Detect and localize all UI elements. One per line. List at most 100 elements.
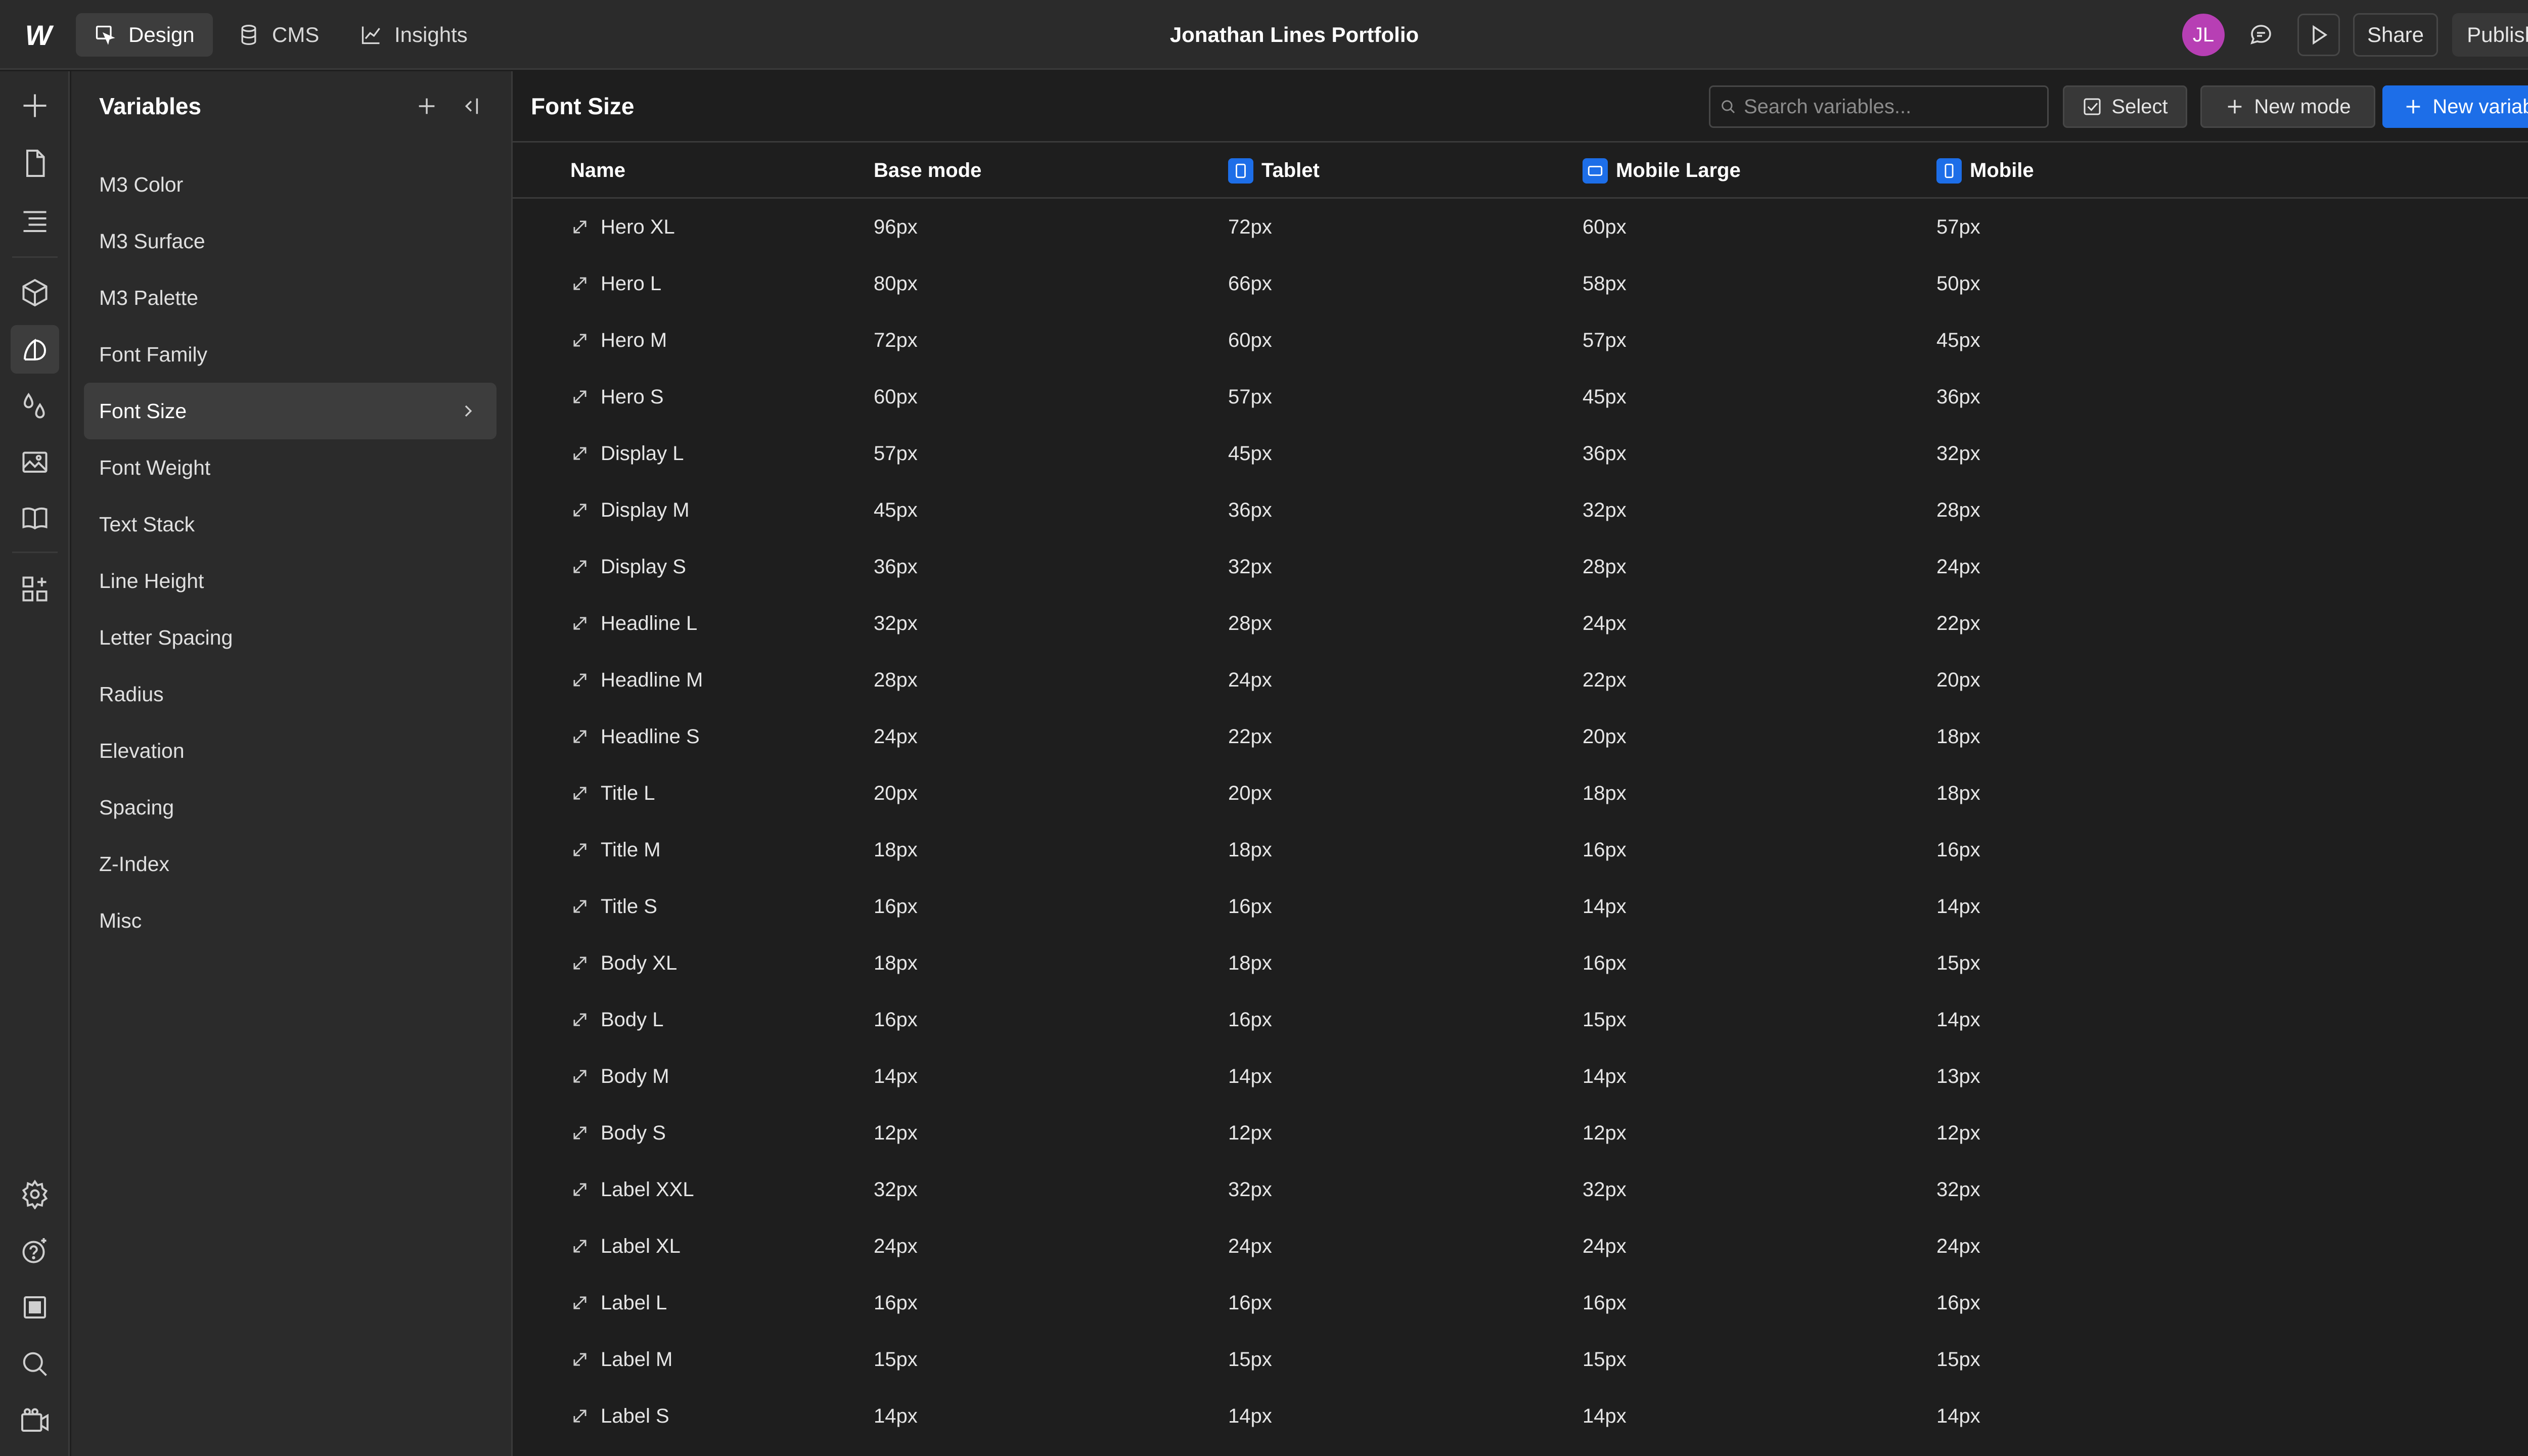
share-button[interactable]: Share — [2353, 13, 2438, 57]
variable-name-cell[interactable]: Display L — [513, 442, 874, 465]
mobile-large-value[interactable]: 12px — [1583, 1122, 1936, 1145]
tablet-value[interactable]: 12px — [1228, 1122, 1583, 1145]
rail-navigator-button[interactable] — [11, 197, 59, 245]
base-mode-value[interactable]: 60px — [874, 386, 1228, 408]
mobile-value[interactable]: 20px — [1936, 669, 2290, 692]
table-row[interactable]: Label S 14px 14px 14px 14px — [513, 1388, 2528, 1444]
variable-name-cell[interactable]: Headline S — [513, 725, 874, 748]
variable-name-cell[interactable]: Label XL — [513, 1235, 874, 1258]
collection-item[interactable]: M3 Color — [84, 156, 496, 213]
variable-name-cell[interactable]: Title M — [513, 839, 874, 861]
column-header-name[interactable]: Name — [513, 159, 874, 182]
mobile-value[interactable]: 36px — [1936, 386, 2290, 408]
collection-item[interactable]: Spacing — [84, 779, 496, 836]
tablet-value[interactable]: 32px — [1228, 556, 1583, 578]
mobile-large-value[interactable]: 16px — [1583, 952, 1936, 975]
tablet-value[interactable]: 18px — [1228, 952, 1583, 975]
base-mode-value[interactable]: 20px — [874, 782, 1228, 805]
variable-name-cell[interactable]: Body M — [513, 1065, 874, 1088]
base-mode-value[interactable]: 16px — [874, 895, 1228, 918]
table-row[interactable]: Label M 15px 15px 15px 15px — [513, 1331, 2528, 1388]
mobile-large-value[interactable]: 22px — [1583, 669, 1936, 692]
table-row[interactable]: Display S 36px 32px 28px 24px — [513, 538, 2528, 595]
variable-name-cell[interactable]: Hero S — [513, 386, 874, 408]
mobile-large-value[interactable]: 14px — [1583, 1065, 1936, 1088]
collection-item-active[interactable]: Font Size — [84, 383, 496, 439]
mobile-large-value[interactable]: 15px — [1583, 1009, 1936, 1031]
mobile-value[interactable]: 24px — [1936, 1235, 2290, 1258]
tablet-value[interactable]: 24px — [1228, 669, 1583, 692]
table-row[interactable]: Headline S 24px 22px 20px 18px — [513, 708, 2528, 765]
mobile-large-value[interactable]: 20px — [1583, 725, 1936, 748]
tab-insights[interactable]: Insights — [342, 13, 486, 57]
tablet-value[interactable]: 18px — [1228, 839, 1583, 861]
tablet-value[interactable]: 24px — [1228, 1235, 1583, 1258]
table-row[interactable]: Title S 16px 16px 14px 14px — [513, 878, 2528, 935]
base-mode-value[interactable]: 12px — [874, 1122, 1228, 1145]
base-mode-value[interactable]: 18px — [874, 839, 1228, 861]
base-mode-value[interactable]: 57px — [874, 442, 1228, 465]
base-mode-value[interactable]: 14px — [874, 1405, 1228, 1428]
collection-item[interactable]: M3 Surface — [84, 213, 496, 269]
tablet-value[interactable]: 57px — [1228, 386, 1583, 408]
collection-item[interactable]: Text Stack — [84, 496, 496, 553]
table-row[interactable]: Headline L 32px 28px 24px 22px — [513, 595, 2528, 652]
base-mode-value[interactable]: 80px — [874, 272, 1228, 295]
base-mode-value[interactable]: 45px — [874, 499, 1228, 522]
mobile-value[interactable]: 18px — [1936, 725, 2290, 748]
table-row[interactable]: Hero S 60px 57px 45px 36px — [513, 369, 2528, 425]
webflow-logo[interactable]: W — [18, 19, 55, 51]
column-header-base-mode[interactable]: Base mode — [874, 159, 1228, 182]
tablet-value[interactable]: 16px — [1228, 1009, 1583, 1031]
mobile-large-value[interactable]: 14px — [1583, 1405, 1936, 1428]
variable-name-cell[interactable]: Label S — [513, 1405, 874, 1428]
mobile-value[interactable]: 13px — [1936, 1065, 2290, 1088]
collection-item[interactable]: Letter Spacing — [84, 609, 496, 666]
base-mode-value[interactable]: 16px — [874, 1292, 1228, 1314]
mobile-value[interactable]: 32px — [1936, 1178, 2290, 1201]
base-mode-value[interactable]: 15px — [874, 1348, 1228, 1371]
base-mode-value[interactable]: 18px — [874, 952, 1228, 975]
variable-name-cell[interactable]: Headline M — [513, 669, 874, 692]
rail-variables-button[interactable] — [11, 325, 59, 374]
tablet-value[interactable]: 16px — [1228, 1292, 1583, 1314]
table-row[interactable]: Label XL 24px 24px 24px 24px — [513, 1218, 2528, 1275]
tablet-value[interactable]: 14px — [1228, 1065, 1583, 1088]
mobile-value[interactable]: 24px — [1936, 556, 2290, 578]
collapse-panel-button[interactable] — [454, 89, 487, 123]
mobile-value[interactable]: 22px — [1936, 612, 2290, 635]
tablet-value[interactable]: 32px — [1228, 1178, 1583, 1201]
mobile-value[interactable]: 32px — [1936, 442, 2290, 465]
mobile-large-value[interactable]: 16px — [1583, 1292, 1936, 1314]
mobile-value[interactable]: 12px — [1936, 1122, 2290, 1145]
tablet-value[interactable]: 22px — [1228, 725, 1583, 748]
table-row[interactable]: Body L 16px 16px 15px 14px — [513, 991, 2528, 1048]
mobile-large-value[interactable]: 24px — [1583, 1235, 1936, 1258]
avatar[interactable]: JL — [2182, 14, 2225, 56]
base-mode-value[interactable]: 24px — [874, 1235, 1228, 1258]
mobile-large-value[interactable]: 32px — [1583, 499, 1936, 522]
collection-item[interactable]: M3 Palette — [84, 269, 496, 326]
table-row[interactable]: Display M 45px 36px 32px 28px — [513, 482, 2528, 538]
tablet-value[interactable]: 72px — [1228, 216, 1583, 239]
table-row[interactable]: Hero L 80px 66px 58px 50px — [513, 255, 2528, 312]
mobile-large-value[interactable]: 15px — [1583, 1348, 1936, 1371]
collection-item[interactable]: Misc — [84, 892, 496, 949]
rail-docs-button[interactable] — [11, 494, 59, 542]
rail-add-button[interactable] — [11, 81, 59, 130]
search-field[interactable] — [1709, 85, 2049, 128]
mobile-value[interactable]: 14px — [1936, 1405, 2290, 1428]
table-row[interactable]: Label L 16px 16px 16px 16px — [513, 1275, 2528, 1331]
collection-item[interactable]: Font Weight — [84, 439, 496, 496]
mobile-value[interactable]: 57px — [1936, 216, 2290, 239]
column-header-tablet[interactable]: Tablet — [1228, 158, 1583, 184]
column-header-mobile-large[interactable]: Mobile Large — [1583, 158, 1936, 184]
mobile-large-value[interactable]: 28px — [1583, 556, 1936, 578]
add-collection-button[interactable] — [410, 89, 443, 123]
table-row[interactable]: Title M 18px 18px 16px 16px — [513, 822, 2528, 878]
mobile-large-value[interactable]: 45px — [1583, 386, 1936, 408]
mobile-value[interactable]: 15px — [1936, 1348, 2290, 1371]
mobile-large-value[interactable]: 32px — [1583, 1178, 1936, 1201]
mobile-large-value[interactable]: 60px — [1583, 216, 1936, 239]
rail-pages-button[interactable] — [11, 139, 59, 188]
